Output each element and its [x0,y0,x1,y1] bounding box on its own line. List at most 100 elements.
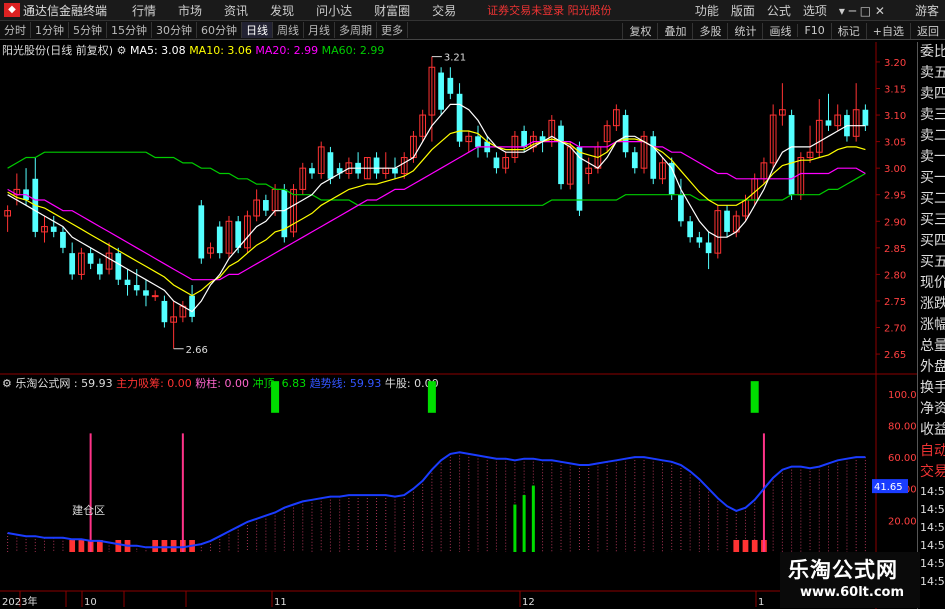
time-row: 14:56 [920,503,945,516]
sidebar-item-price[interactable]: 现价 [918,273,945,294]
candle-body [69,253,76,275]
sidebar-item-net-asset[interactable]: 净资 [918,399,945,420]
indicator-tick-label: 60.00 [888,453,917,464]
time-row: 14:56 [920,557,945,570]
tool-biaoji[interactable]: 标记 [830,22,866,39]
sidebar-auto[interactable]: 自动 [918,441,945,462]
menu-item-shichang[interactable]: 市场 [167,2,213,19]
tab-5min[interactable]: 5分钟 [69,22,107,38]
watermark: 乐淘公式网 www.60lt.com [780,552,920,608]
kline-chart[interactable]: 3.20 3.15 3.10 3.05 3.00 2.95 2.90 2.85 2.80 2.75… [0,42,917,609]
sidebar-item-buy4[interactable]: 买四 [918,231,945,252]
sidebar-item-mai3[interactable]: 卖三 [918,105,945,126]
app-title: 通达信金融终端 [23,3,108,18]
menu-item-gongneng[interactable]: 功能 [689,2,725,19]
sidebar-item-mai1[interactable]: 卖一 [918,147,945,168]
menu-item-caifuquan[interactable]: 财富圈 [363,2,421,19]
indicator-tick-label: 20.00 [888,516,917,527]
time-row: 14:56 [920,485,945,498]
candle-body [678,194,684,222]
sidebar-item-buy2[interactable]: 买二 [918,189,945,210]
tool-f10[interactable]: F10 [797,24,830,37]
tab-weekly[interactable]: 周线 [273,22,304,38]
sidebar-item-weibi[interactable]: 委比 [918,42,945,63]
sidebar-item-change[interactable]: 涨跌 [918,294,945,315]
candle-body [622,115,629,153]
menu-item-wenxiaoda[interactable]: 问小达 [305,2,363,19]
price-tick-label: 3.10 [884,111,906,122]
ma20-line [7,140,866,281]
price-tick-label: 2.85 [884,244,906,255]
tab-daily[interactable]: 日线 [242,22,273,38]
candle-body [687,221,694,238]
candle-body [115,253,122,280]
sidebar-item-mai2[interactable]: 卖二 [918,126,945,147]
sidebar-item-waipan[interactable]: 外盘 [918,357,945,378]
time-row: 14:56 [920,521,945,534]
tool-fanhui[interactable]: 返回 [910,22,945,39]
candle-body [558,125,564,185]
sidebar-item-buy3[interactable]: 买三 [918,210,945,231]
menu-item-zixun[interactable]: 资讯 [213,2,259,19]
sidebar-item-buy5[interactable]: 买五 [918,252,945,273]
menu-item-gongshi[interactable]: 公式 [761,2,797,19]
tab-30min[interactable]: 30分钟 [152,22,197,38]
tab-multi-period[interactable]: 多周期 [335,22,377,38]
chongding-bar [271,381,280,413]
candle-body [151,295,159,298]
candle-body [143,290,149,296]
jiancang-bar [733,540,740,552]
candle-body [189,295,195,317]
tool-duogu[interactable]: 多股 [692,22,727,39]
tab-monthly[interactable]: 月线 [304,22,335,38]
menu-item-xuanxiang[interactable]: 选项 [797,2,833,19]
candle-body [705,242,712,254]
tab-more[interactable]: 更多 [377,22,408,38]
tab-60min[interactable]: 60分钟 [197,22,242,38]
menu-item-banmian[interactable]: 版面 [725,2,761,19]
user-label[interactable]: 游客 [909,2,945,19]
candle-body [456,93,463,142]
date-tick-label: 1 [758,597,764,608]
sidebar-item-mai4[interactable]: 卖四 [918,84,945,105]
indicator-current-value: 41.65 [874,482,903,493]
menu-item-faxian[interactable]: 发现 [259,2,305,19]
menu-item-jiaoyi[interactable]: 交易 [421,2,467,19]
date-tick-label: 10 [84,597,97,608]
tool-diejia[interactable]: 叠加 [657,22,692,39]
tab-fenshi[interactable]: 分时 [0,22,31,38]
tab-15min[interactable]: 15分钟 [107,22,152,38]
price-tick-label: 2.75 [884,297,906,308]
candle-body [447,77,454,94]
indicator-tick-label: 80.00 [888,421,917,432]
tool-fuquan[interactable]: 复权 [622,22,657,39]
sidebar-item-volume[interactable]: 总量 [918,336,945,357]
candle-body [475,136,481,147]
sidebar-item-buy1[interactable]: 买一 [918,168,945,189]
candle-body [493,157,500,169]
tool-tongji[interactable]: 统计 [727,22,762,39]
price-tick-label: 2.65 [884,350,906,361]
menu-bar: ◆ 通达信金融终端 行情 市场 资讯 发现 问小达 财富圈 交易 证券交易未登录… [0,0,945,21]
menu-right: 功能 版面 公式 选项 ▾ ─ □ ✕ 游客 [689,0,945,21]
window-controls-icon[interactable]: ▾ ─ □ ✕ [833,4,891,18]
sidebar-item-mai5[interactable]: 卖五 [918,63,945,84]
tool-zixuan[interactable]: +自选 [865,22,910,39]
jiancang-bar [170,540,177,552]
login-notice[interactable]: 证券交易未登录 阳光股份 [487,2,612,18]
quote-sidebar: 委比 卖五 卖四 卖三 卖二 卖一 买一 买二 买三 买四 买五 现价 涨跌 涨… [917,42,945,609]
sidebar-item-earnings[interactable]: 收益 [918,420,945,441]
candle-body [392,168,398,174]
tool-huaxian[interactable]: 画线 [762,22,797,39]
sidebar-item-turnover[interactable]: 换手 [918,378,945,399]
menu-item-hangqing[interactable]: 行情 [121,2,167,19]
candle-body [263,200,269,211]
candle-body [124,279,131,286]
candle-body [50,226,57,232]
sidebar-trade[interactable]: 交易 [918,462,945,483]
sidebar-item-pct[interactable]: 涨幅 [918,315,945,336]
price-tick-label: 2.80 [884,270,906,281]
candle-body [161,300,168,323]
candle-body [862,109,869,126]
tab-1min[interactable]: 1分钟 [31,22,69,38]
